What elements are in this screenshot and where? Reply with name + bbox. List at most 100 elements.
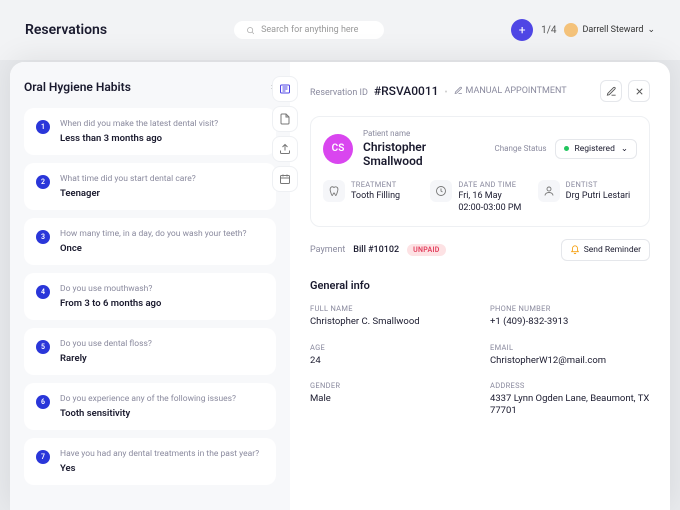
gi-address-value: 4337 Lynn Ogden Lane, Beaumont, TX 77701 (490, 393, 650, 418)
reservation-id-block: Reservation ID #RSVA0011 • MANUAL APPOIN… (310, 84, 567, 98)
question-card[interactable]: 7 Have you had any dental treatments in … (24, 438, 276, 485)
payment-row: Payment Bill #10102 UNPAID Send Reminder (310, 239, 650, 261)
close-button[interactable] (628, 80, 650, 102)
dentist-label: DENTIST (566, 180, 631, 189)
payment-status-badge: UNPAID (407, 244, 446, 256)
question-answer: From 3 to 6 months ago (60, 298, 264, 309)
search-icon (246, 26, 255, 35)
manual-label: MANUAL APPOINTMENT (466, 86, 567, 96)
gi-phone-value: +1 (409)-832-3913 (490, 316, 650, 328)
time-value: 02:00-03:00 PM (458, 203, 521, 215)
question-answer: Rarely (60, 353, 264, 364)
manual-appointment-tag: MANUAL APPOINTMENT (454, 86, 567, 96)
question-card[interactable]: 2 What time did you start dental care? T… (24, 163, 276, 210)
payment-left: Payment Bill #10102 UNPAID (310, 244, 446, 256)
meta-datetime: DATE AND TIME Fri, 16 May 02:00-03:00 PM (430, 180, 529, 214)
question-answer: Once (60, 243, 264, 254)
patient-row: CS Patient name Christopher Smallwood Ch… (323, 129, 637, 168)
chevron-down-icon: ⌄ (647, 25, 655, 35)
reservation-id: #RSVA0011 (374, 84, 439, 98)
send-reminder-label: Send Reminder (584, 245, 641, 255)
bell-icon (570, 245, 580, 255)
gi-gender: GENDER Male (310, 381, 470, 418)
change-status-link[interactable]: Change Status (495, 144, 547, 153)
gi-phone-label: PHONE NUMBER (490, 304, 650, 313)
tab-form-icon[interactable] (272, 76, 298, 102)
side-icon-rail (272, 76, 298, 192)
user-menu[interactable]: Darrell Steward ⌄ (564, 23, 655, 37)
meta-treatment: TREATMENT Tooth Filling (323, 180, 422, 214)
gi-email-value: ChristopherW12@mail.com (490, 355, 650, 367)
status-area: Change Status Registered ⌄ (495, 139, 637, 159)
left-panel: Oral Hygiene Habits › 1 When did you mak… (10, 62, 290, 510)
gi-fullname-value: Christopher C. Smallwood (310, 316, 470, 328)
question-number: 3 (36, 230, 50, 244)
payment-label: Payment (310, 245, 345, 255)
question-card[interactable]: 5 Do you use dental floss? Rarely (24, 328, 276, 375)
patient-card: CS Patient name Christopher Smallwood Ch… (310, 116, 650, 227)
patient-name-block: Patient name Christopher Smallwood (363, 129, 485, 168)
meta-dentist: DENTIST Drg Putri Lestari (538, 180, 637, 214)
question-label: Do you use mouthwash? (60, 284, 264, 294)
gi-fullname: FULL NAME Christopher C. Smallwood (310, 304, 470, 328)
gi-gender-value: Male (310, 393, 470, 405)
dentist-value: Drg Putri Lestari (566, 191, 631, 203)
edit-icon (454, 86, 463, 95)
add-button[interactable]: + (511, 19, 533, 41)
question-card[interactable]: 1 When did you make the latest dental vi… (24, 108, 276, 155)
treatment-value: Tooth Filling (351, 191, 400, 203)
question-number: 6 (36, 395, 50, 409)
tab-document-icon[interactable] (272, 106, 298, 132)
question-answer: Less than 3 months ago (60, 133, 264, 144)
clock-icon (430, 180, 452, 202)
tab-export-icon[interactable] (272, 136, 298, 162)
user-name: Darrell Steward (582, 25, 643, 35)
question-number: 5 (36, 340, 50, 354)
patient-name-label: Patient name (363, 129, 485, 138)
question-label: How many time, in a day, do you wash you… (60, 229, 264, 239)
gi-age: AGE 24 (310, 343, 470, 367)
question-card[interactable]: 3 How many time, in a day, do you wash y… (24, 218, 276, 265)
gi-email-label: EMAIL (490, 343, 650, 352)
question-card[interactable]: 4 Do you use mouthwash? From 3 to 6 mont… (24, 273, 276, 320)
patient-avatar: CS (323, 134, 353, 164)
left-header[interactable]: Oral Hygiene Habits › (24, 80, 280, 94)
treatment-label: TREATMENT (351, 180, 400, 189)
bill-number: Bill #10102 (353, 245, 399, 255)
patient-name: Christopher Smallwood (363, 140, 485, 168)
edit-button[interactable] (600, 80, 622, 102)
avatar (564, 23, 578, 37)
question-number: 4 (36, 285, 50, 299)
question-card[interactable]: 6 Do you experience any of the following… (24, 383, 276, 430)
search-input[interactable]: Search for anything here (234, 21, 384, 39)
question-number: 7 (36, 450, 50, 464)
status-dropdown[interactable]: Registered ⌄ (555, 139, 638, 159)
question-answer: Tooth sensitivity (60, 408, 264, 419)
question-label: Have you had any dental treatments in th… (60, 449, 264, 459)
background-header: Reservations Search for anything here + … (0, 0, 680, 60)
search-placeholder: Search for anything here (261, 25, 358, 35)
left-title: Oral Hygiene Habits (24, 80, 131, 94)
reservation-actions (600, 80, 650, 102)
question-list: 1 When did you make the latest dental vi… (24, 108, 280, 505)
gi-email: EMAIL ChristopherW12@mail.com (490, 343, 650, 367)
general-info-title: General info (310, 279, 650, 292)
tab-calendar-icon[interactable] (272, 166, 298, 192)
reservation-header: Reservation ID #RSVA0011 • MANUAL APPOIN… (310, 80, 650, 102)
gi-age-label: AGE (310, 343, 470, 352)
gi-address-label: ADDRESS (490, 381, 650, 390)
question-label: Do you use dental floss? (60, 339, 264, 349)
gi-phone: PHONE NUMBER +1 (409)-832-3913 (490, 304, 650, 328)
header-fraction: 1/4 (541, 25, 556, 36)
gi-gender-label: GENDER (310, 381, 470, 390)
reservation-id-label: Reservation ID (310, 88, 368, 98)
send-reminder-button[interactable]: Send Reminder (561, 239, 650, 261)
date-value: Fri, 16 May (458, 191, 521, 203)
question-label: When did you make the latest dental visi… (60, 119, 264, 129)
tooth-icon (323, 180, 345, 202)
page-title: Reservations (25, 22, 107, 38)
chevron-down-icon: ⌄ (621, 144, 628, 154)
question-number: 2 (36, 175, 50, 189)
modal: Oral Hygiene Habits › 1 When did you mak… (10, 62, 670, 510)
gi-fullname-label: FULL NAME (310, 304, 470, 313)
